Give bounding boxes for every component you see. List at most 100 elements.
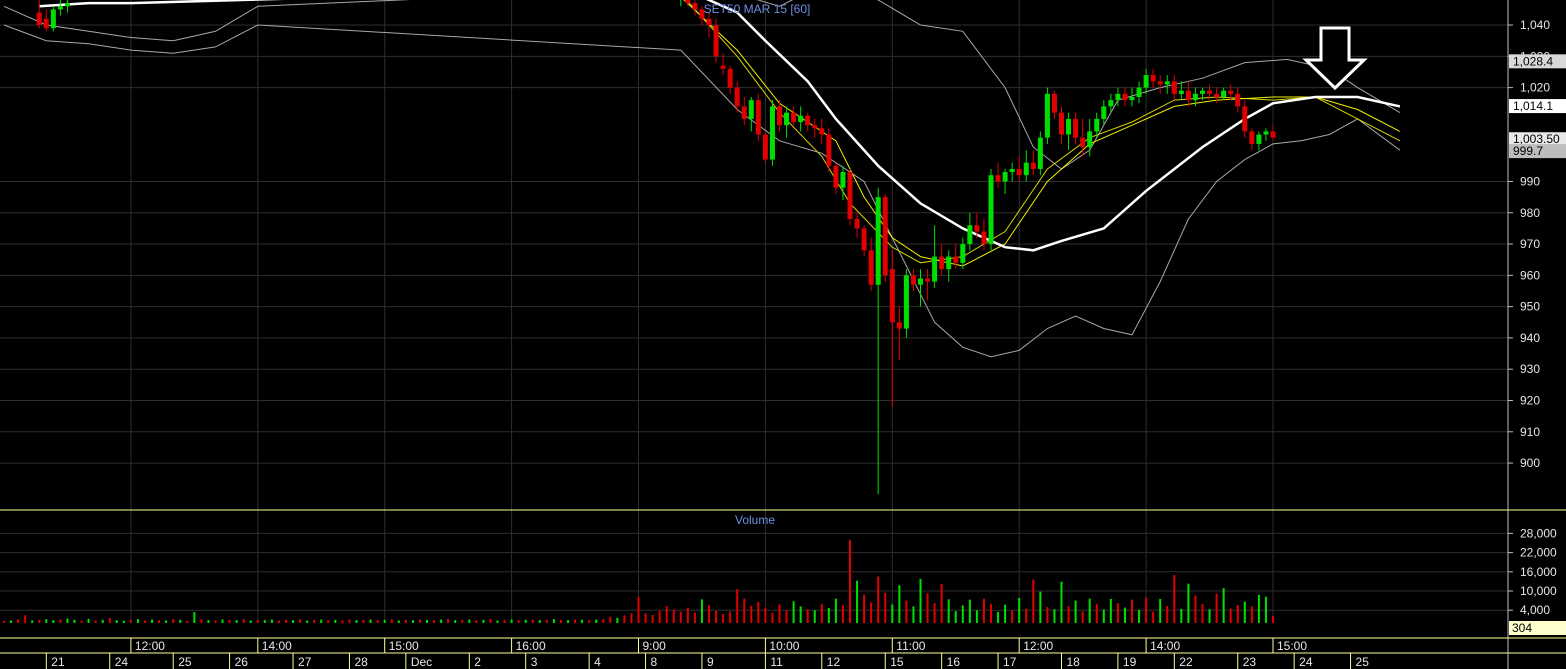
- date-axis-label: 9: [707, 655, 714, 669]
- volume-bar: [1236, 605, 1239, 623]
- volume-bar: [968, 599, 971, 623]
- time-axis-label: 15:00: [1277, 639, 1307, 653]
- volume-bar: [1208, 609, 1211, 623]
- candle-body: [939, 256, 945, 270]
- candle-body: [762, 134, 768, 160]
- volume-bar: [256, 619, 259, 623]
- candle-body: [1143, 75, 1149, 88]
- axes: 1,0401,0301,0209909809709609509409309209…: [0, 0, 1566, 669]
- volume-bar: [1067, 606, 1070, 623]
- volume-bar: [193, 612, 196, 623]
- price-tick-label: 1,040: [1520, 18, 1550, 32]
- volume-bar: [320, 619, 323, 623]
- date-axis-label: 2: [474, 655, 481, 669]
- volume-bar: [764, 607, 767, 623]
- candle-body: [769, 106, 775, 160]
- price-tick-label: 940: [1520, 331, 1540, 345]
- volume-bar: [341, 620, 344, 623]
- candle-body: [1037, 137, 1043, 169]
- volume-bar: [637, 596, 640, 623]
- volume-bar: [242, 619, 245, 623]
- candle-body: [882, 197, 888, 276]
- volume-bar: [1053, 609, 1056, 623]
- volume-bar: [771, 612, 774, 623]
- date-axis-label: 17: [1003, 655, 1017, 669]
- volume-bar: [17, 619, 20, 623]
- volume-bar: [982, 598, 985, 623]
- volume-bar: [496, 620, 499, 623]
- volume-bar: [1229, 608, 1232, 623]
- candle-body: [1200, 90, 1205, 94]
- volume-bar: [101, 619, 104, 623]
- volume-bar: [574, 619, 577, 623]
- volume-bar: [383, 619, 386, 623]
- volume-bar: [468, 619, 471, 623]
- volume-bar: [595, 619, 598, 623]
- volume-bar: [249, 620, 252, 623]
- volume-bar: [228, 619, 231, 623]
- candle-body: [1150, 75, 1156, 82]
- volume-bar: [820, 604, 823, 623]
- candle-body: [685, 0, 691, 4]
- candle-body: [1080, 137, 1086, 148]
- volume-bar: [165, 620, 168, 623]
- volume-bar: [1074, 600, 1077, 623]
- volume-bar: [926, 593, 929, 623]
- volume-bar: [66, 618, 69, 623]
- volume-bar: [954, 611, 957, 623]
- chart-title: SET50 MAR 15 [60]: [704, 2, 811, 16]
- candle-body: [833, 165, 839, 188]
- price-tick-label: 930: [1520, 362, 1540, 376]
- volume-bar: [270, 619, 273, 623]
- candle-body: [953, 256, 959, 263]
- volume-bar: [1060, 581, 1063, 623]
- price-tag-label: 999.7: [1513, 144, 1543, 158]
- candle-body: [932, 256, 938, 282]
- price-tag-label: 1,014.1: [1513, 99, 1553, 113]
- time-axis-label: 10:00: [769, 639, 799, 653]
- price-tick-label: 990: [1520, 174, 1540, 188]
- volume-bar: [1025, 608, 1028, 623]
- volume-bar: [404, 619, 407, 623]
- volume-bar: [588, 620, 591, 623]
- volume-bar: [658, 610, 661, 623]
- candle-body: [1249, 131, 1255, 144]
- date-axis-label: 28: [354, 655, 368, 669]
- volume-bar: [489, 619, 492, 623]
- candle-body: [910, 275, 916, 285]
- volume-bar: [306, 620, 309, 623]
- volume-bar: [1039, 591, 1042, 623]
- moving-averages: [39, 0, 1401, 267]
- volume-bar: [200, 619, 203, 623]
- volume-bar: [1046, 607, 1049, 623]
- candle-body: [64, 3, 70, 7]
- volume-bar: [1123, 607, 1126, 623]
- candle-body: [720, 65, 726, 69]
- candle-body: [889, 269, 895, 323]
- candle-body: [1115, 93, 1121, 101]
- volume-bar: [693, 612, 696, 623]
- volume-bar: [277, 620, 280, 623]
- candle-body: [1136, 87, 1142, 97]
- volume-bar: [1011, 610, 1014, 623]
- volume-bar: [129, 619, 132, 623]
- volume-bar: [94, 620, 97, 623]
- ma-short-2-line: [685, 0, 1401, 264]
- volume-bar: [736, 589, 739, 623]
- candle-body: [1157, 81, 1163, 85]
- volume-bar: [115, 620, 118, 623]
- volume-bar: [947, 599, 950, 623]
- candle-body: [875, 197, 881, 285]
- volume-bar: [1159, 599, 1162, 623]
- candle-body: [57, 6, 63, 10]
- volume-bar: [729, 611, 732, 623]
- time-axis-label: 14:00: [1150, 639, 1180, 653]
- volume-bar: [1145, 597, 1148, 623]
- volume-tick-label: 10,000: [1520, 584, 1557, 598]
- volume-bar: [651, 615, 654, 623]
- volume-bar: [1095, 603, 1098, 623]
- candlestick-series: [36, 0, 1276, 495]
- volume-title: Volume: [735, 513, 775, 527]
- date-axis-label: 8: [651, 655, 658, 669]
- volume-bar: [757, 601, 760, 623]
